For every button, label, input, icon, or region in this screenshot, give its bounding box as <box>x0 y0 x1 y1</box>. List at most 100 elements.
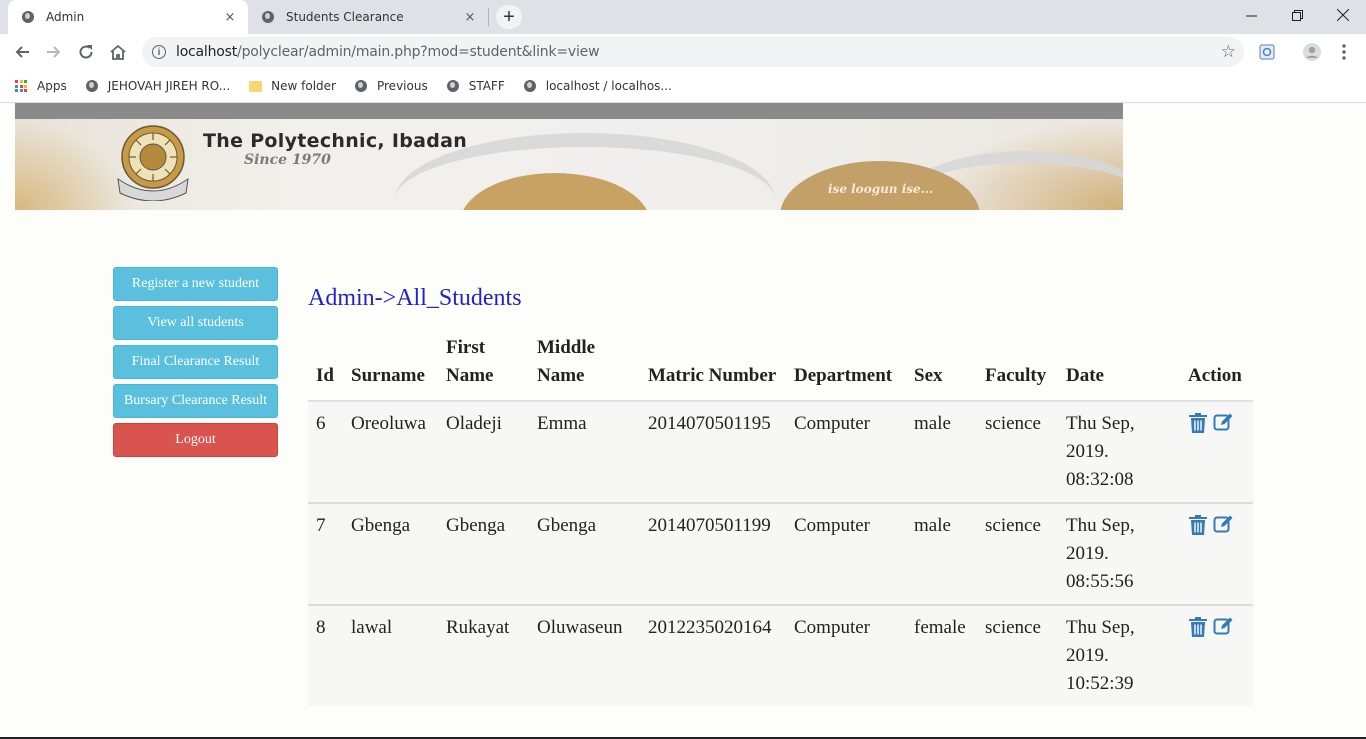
cell-middle-name: Oluwaseun <box>529 604 640 706</box>
tab-strip: Admin × Students Clearance × + <box>0 0 1366 34</box>
trash-icon[interactable] <box>1188 616 1208 638</box>
tab-close-icon[interactable]: × <box>462 10 478 25</box>
cell-faculty: science <box>977 400 1058 503</box>
forward-button[interactable] <box>42 40 66 64</box>
cell-date: Thu Sep, 2019. 08:55:56 <box>1058 502 1180 605</box>
bookmark-label: localhost / localhos... <box>545 79 672 93</box>
close-icon <box>1337 9 1349 21</box>
cell-surname: lawal <box>343 604 438 706</box>
extension-button[interactable] <box>1255 40 1279 64</box>
tab-divider <box>488 8 489 26</box>
restore-button[interactable] <box>1274 0 1320 30</box>
tab-admin[interactable]: Admin × <box>8 0 248 34</box>
cell-surname: Gbenga <box>343 502 438 605</box>
avatar-icon <box>1303 43 1321 61</box>
column-header-date: Date <box>1058 330 1180 402</box>
bookmark-localhost[interactable]: localhost / localhos... <box>523 79 672 93</box>
bookmark-previous[interactable]: Previous <box>354 79 428 93</box>
home-button[interactable] <box>106 40 130 64</box>
new-tab-button[interactable]: + <box>496 5 522 29</box>
cell-first-name: Gbenga <box>438 502 529 605</box>
bookmark-jehovah-jireh[interactable]: JEHOVAH JIREH RO... <box>85 79 230 93</box>
menu-button[interactable] <box>1332 40 1356 64</box>
bursary-clearance-result-button[interactable]: Bursary Clearance Result <box>113 384 278 418</box>
restore-icon <box>1291 9 1303 21</box>
cell-sex: male <box>906 502 977 605</box>
banner-top-bar <box>15 103 1123 119</box>
minimize-button[interactable] <box>1228 0 1274 30</box>
edit-icon[interactable] <box>1213 616 1234 638</box>
trash-icon[interactable] <box>1188 514 1208 536</box>
globe-icon <box>85 79 99 93</box>
page-title: Admin->All_Students <box>308 285 522 311</box>
edit-icon[interactable] <box>1213 412 1234 434</box>
column-header-department: Department <box>786 330 906 402</box>
kebab-menu-icon <box>1342 44 1346 60</box>
column-header-first-name: First Name <box>438 330 529 402</box>
bookmark-apps[interactable]: Apps <box>14 79 67 93</box>
folder-icon <box>248 79 262 93</box>
browser-toolbar: i localhost/polyclear/admin/main.php?mod… <box>0 34 1366 70</box>
column-header-middle-name: Middle Name <box>529 330 640 402</box>
reload-icon <box>79 45 93 59</box>
tab-title: Admin <box>46 10 85 24</box>
logout-button[interactable]: Logout <box>113 423 278 457</box>
window-close-button[interactable] <box>1320 0 1366 30</box>
globe-icon <box>354 79 368 93</box>
cell-id: 6 <box>308 400 343 503</box>
column-header-matric-number: Matric Number <box>640 330 786 402</box>
banner-since: Since 1970 <box>244 152 331 168</box>
polytechnic-logo-icon <box>117 125 189 201</box>
column-header-sex: Sex <box>906 330 977 402</box>
bookmark-label: New folder <box>271 79 336 93</box>
table-header-row: Id Surname First Name Middle Name Matric… <box>308 330 1253 402</box>
cell-matric-number: 2014070501195 <box>640 400 786 503</box>
address-bar[interactable]: i localhost/polyclear/admin/main.php?mod… <box>142 37 1244 67</box>
globe-icon <box>20 9 36 25</box>
view-all-students-button[interactable]: View all students <box>113 306 278 340</box>
cell-date: Thu Sep, 2019. 08:32:08 <box>1058 400 1180 503</box>
column-header-surname: Surname <box>343 330 438 402</box>
column-header-action: Action <box>1180 330 1253 402</box>
bookmark-new-folder[interactable]: New folder <box>248 79 336 93</box>
bookmark-star-icon[interactable]: ☆ <box>1221 42 1236 62</box>
column-header-faculty: Faculty <box>977 330 1058 402</box>
cell-id: 8 <box>308 604 343 706</box>
reload-button[interactable] <box>74 40 98 64</box>
banner-title: The Polytechnic, Ibadan <box>203 130 468 152</box>
cell-faculty: science <box>977 502 1058 605</box>
cell-action <box>1180 604 1253 706</box>
register-student-button[interactable]: Register a new student <box>113 267 278 301</box>
globe-icon <box>260 9 276 25</box>
cell-faculty: science <box>977 604 1058 706</box>
apps-grid-icon <box>14 79 28 93</box>
profile-button[interactable] <box>1300 40 1324 64</box>
cell-department: Computer <box>786 604 906 706</box>
tab-students-clearance[interactable]: Students Clearance × <box>248 0 488 34</box>
cell-sex: female <box>906 604 977 706</box>
cell-middle-name: Gbenga <box>529 502 640 605</box>
bookmark-staff[interactable]: STAFF <box>446 79 505 93</box>
trash-icon[interactable] <box>1188 412 1208 434</box>
cell-department: Computer <box>786 400 906 503</box>
tab-close-icon[interactable]: × <box>222 10 238 25</box>
cell-first-name: Oladeji <box>438 400 529 503</box>
cell-date: Thu Sep, 2019. 10:52:39 <box>1058 604 1180 706</box>
edit-icon[interactable] <box>1213 514 1234 536</box>
bookmark-label: Apps <box>37 79 67 93</box>
info-icon[interactable]: i <box>152 45 166 59</box>
students-table: Id Surname First Name Middle Name Matric… <box>308 330 1253 706</box>
cell-department: Computer <box>786 502 906 605</box>
arrow-right-icon <box>47 46 61 58</box>
final-clearance-result-button[interactable]: Final Clearance Result <box>113 345 278 379</box>
back-button[interactable] <box>10 40 34 64</box>
banner-motto: ise loogun ise... <box>828 182 934 196</box>
table-row: 6 Oreoluwa Oladeji Emma 2014070501195 Co… <box>308 400 1253 503</box>
extension-icon <box>1259 44 1275 60</box>
cell-first-name: Rukayat <box>438 604 529 706</box>
table-row: 7 Gbenga Gbenga Gbenga 2014070501199 Com… <box>308 502 1253 605</box>
minimize-icon <box>1245 15 1257 16</box>
tab-title: Students Clearance <box>286 10 404 24</box>
cell-id: 7 <box>308 502 343 605</box>
cell-surname: Oreoluwa <box>343 400 438 503</box>
